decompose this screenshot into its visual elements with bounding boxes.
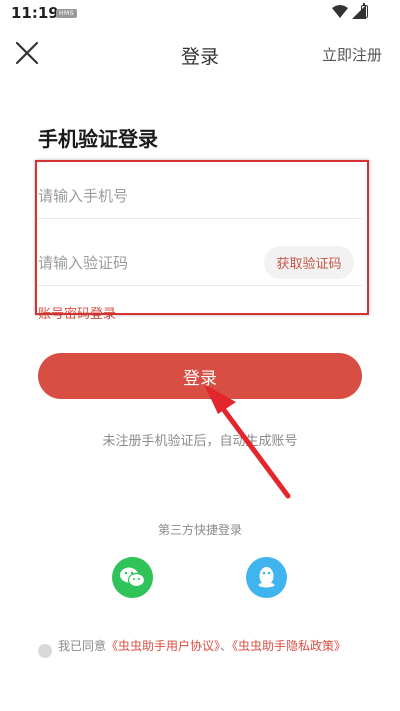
user-agreement-link[interactable]: 《虫虫助手用户协议》 [106, 639, 220, 653]
auto-register-hint: 未注册手机验证后，自动生成账号 [102, 434, 298, 449]
status-time: 11:19 [11, 4, 59, 22]
third-party-title: 第三方快捷登录 [157, 523, 242, 537]
form-title: 手机验证登录 [38, 127, 158, 151]
hms-badge: HMS [56, 9, 77, 18]
login-button[interactable]: 登录 [38, 353, 362, 399]
wechat-login-button[interactable] [112, 557, 153, 598]
qq-icon [258, 567, 275, 588]
qq-login-button[interactable] [246, 557, 287, 598]
agreement-prefix: 我已同意 [58, 639, 107, 653]
battery-icon [361, 3, 368, 18]
privacy-policy-link[interactable]: 《虫虫助手隐私政策》 [232, 639, 346, 653]
wechat-icon [120, 567, 146, 588]
annotation-highlight-box [35, 160, 369, 315]
agreement-text: 我已同意《虫虫助手用户协议》、《虫虫助手隐私政策》 [58, 638, 358, 654]
agreement-separator: 、 [220, 639, 233, 653]
register-link[interactable]: 立即注册 [322, 44, 382, 65]
wifi-icon [332, 5, 348, 18]
agreement-checkbox[interactable] [38, 644, 52, 658]
